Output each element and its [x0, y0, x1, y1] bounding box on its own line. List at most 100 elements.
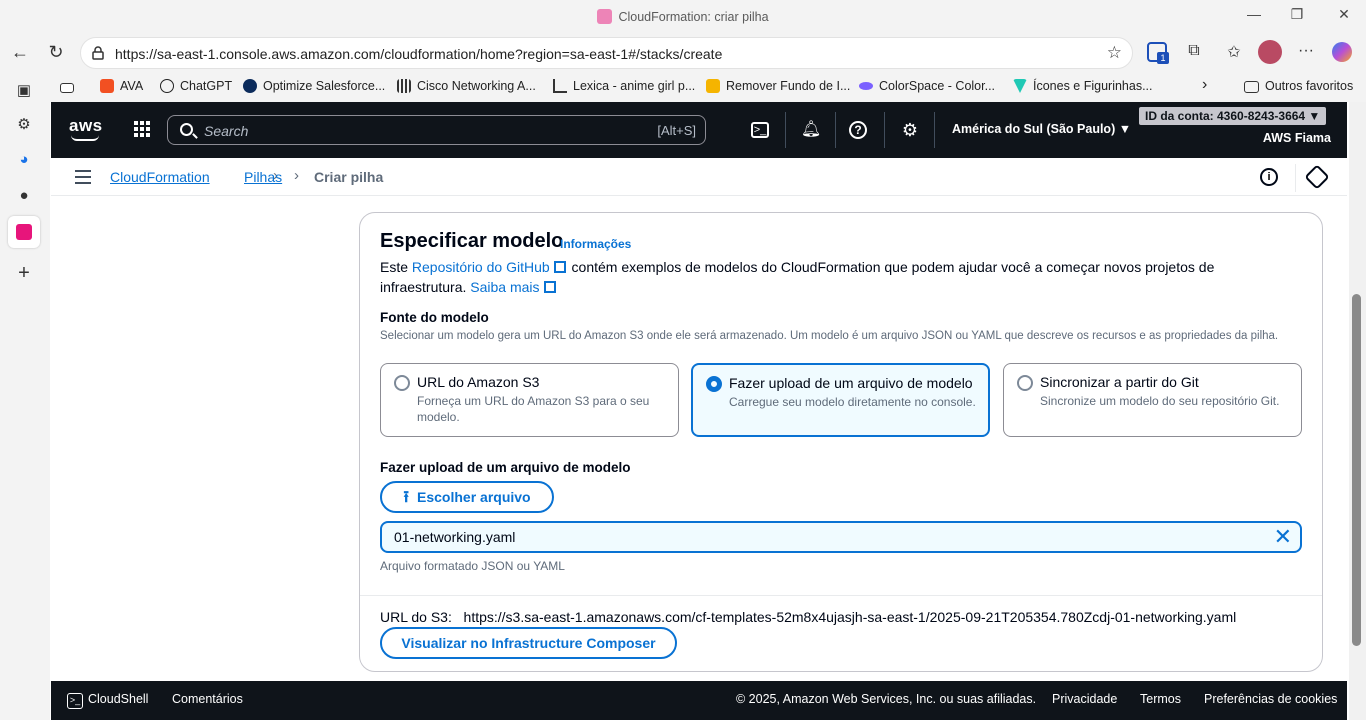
- favorites-icon[interactable]: ✩: [1223, 42, 1245, 62]
- bookmark-icones[interactable]: Ícones e Figurinhas...: [1013, 79, 1153, 93]
- search-input[interactable]: Search [Alt+S]: [167, 115, 706, 145]
- desc-text: Este: [380, 259, 409, 275]
- template-source-description: Selecionar um modelo gera um URL do Amaz…: [380, 330, 1279, 342]
- github-sidebar-icon[interactable]: ●: [14, 187, 34, 207]
- copilot-icon[interactable]: [1332, 42, 1352, 62]
- aws-top-nav: aws Search [Alt+S] >_ 🔔︎ ? ⚙ América do …: [51, 102, 1347, 158]
- github-repo-link[interactable]: Repositório do GitHub: [412, 259, 568, 275]
- favorite-star-icon[interactable]: ☆: [1107, 43, 1122, 63]
- search-icon: [180, 123, 193, 136]
- cloudformation-sidebar-icon[interactable]: [8, 216, 40, 248]
- option-desc: Carregue seu modelo diretamente no conso…: [729, 395, 976, 409]
- bookmark-ava[interactable]: AVA: [100, 79, 143, 93]
- footer-cookies[interactable]: Preferências de cookies: [1204, 692, 1337, 706]
- url-text: https://sa-east-1.console.aws.amazon.com…: [115, 46, 723, 62]
- file-format-hint: Arquivo formatado JSON ou YAML: [380, 559, 565, 573]
- choose-file-button[interactable]: ⭱ Escolher arquivo: [380, 481, 554, 513]
- radio-git-sync[interactable]: [1017, 375, 1033, 391]
- edge-sidebar: ▣ ⚙ ◕ ● +: [0, 70, 48, 720]
- remove-file-close-icon[interactable]: ✕: [1274, 524, 1292, 550]
- page-content: aws Search [Alt+S] >_ 🔔︎ ? ⚙ América do …: [50, 102, 1366, 720]
- extension-shield-icon[interactable]: 1: [1147, 42, 1169, 64]
- region-selector[interactable]: América do Sul (São Paulo) ▼: [952, 122, 1131, 136]
- option-s3-url[interactable]: URL do Amazon S3 Forneça um URL do Amazo…: [380, 363, 679, 437]
- aws-logo-text: aws: [69, 116, 103, 135]
- bookmark-chatgpt[interactable]: ChatGPT: [160, 79, 232, 93]
- restore-button[interactable]: ❐: [1287, 6, 1307, 23]
- info-icon[interactable]: i: [1260, 168, 1278, 186]
- weather-sidebar-icon[interactable]: ◕: [14, 151, 34, 171]
- services-grid-icon[interactable]: [134, 121, 150, 137]
- s3-url-row: URL do S3: https://s3.sa-east-1.amazonaw…: [380, 609, 1236, 625]
- bookmark-salesforce[interactable]: Optimize Salesforce...: [243, 79, 385, 93]
- menu-hamburger-icon[interactable]: [75, 170, 91, 184]
- cloudshell-footer-icon[interactable]: >_: [67, 693, 83, 709]
- specify-template-panel: Especificar modelo Informações Este Repo…: [359, 212, 1323, 672]
- chevron-right-icon: ›: [294, 167, 299, 184]
- bookmark-label: Optimize Salesforce...: [263, 79, 386, 93]
- address-bar[interactable]: https://sa-east-1.console.aws.amazon.com…: [80, 37, 1133, 69]
- footer-privacy[interactable]: Privacidade: [1052, 692, 1117, 706]
- bookmarks-bar: AVA ChatGPT Optimize Salesforce... Cisco…: [48, 70, 1366, 102]
- view-in-composer-button[interactable]: Visualizar no Infrastructure Composer: [380, 627, 677, 659]
- option-title: Sincronizar a partir do Git: [1040, 374, 1199, 390]
- bookmark-other-favorites[interactable]: Outros favoritos: [1244, 79, 1353, 93]
- search-placeholder: Search: [204, 123, 249, 139]
- page-scrollbar[interactable]: [1349, 102, 1366, 720]
- extensions-puzzle-icon[interactable]: ⧉: [1183, 42, 1205, 60]
- account-id-dropdown[interactable]: ID da conta: 4360-8243-3664 ▼: [1139, 107, 1327, 125]
- tab-actions-icon[interactable]: ▣: [14, 81, 34, 101]
- more-menu-icon[interactable]: ···: [1295, 42, 1317, 60]
- refresh-button[interactable]: ↻: [44, 42, 68, 62]
- bookmark-colorspace[interactable]: ColorSpace - Color...: [859, 79, 995, 93]
- aws-footer: >_ CloudShell Comentários © 2025, Amazon…: [51, 681, 1347, 720]
- breadcrumb-current: Criar pilha: [314, 169, 384, 185]
- breadcrumb-pilhas[interactable]: Pilhas: [244, 169, 282, 185]
- scrollbar-thumb[interactable]: [1352, 294, 1361, 646]
- breadcrumb-cloudformation[interactable]: CloudFormation: [110, 169, 210, 185]
- bookmark-remover-fundo[interactable]: Remover Fundo de I...: [706, 79, 850, 93]
- radio-upload-file[interactable]: [706, 376, 722, 392]
- option-title: URL do Amazon S3: [417, 374, 540, 390]
- aws-logo[interactable]: aws: [69, 116, 103, 141]
- account-name[interactable]: AWS Fiama: [1263, 131, 1331, 145]
- chatgpt-sidebar-icon[interactable]: ⚙: [14, 115, 34, 135]
- bookmark-folder-icon[interactable]: [60, 79, 80, 93]
- help-icon[interactable]: ?: [849, 121, 867, 139]
- profile-avatar[interactable]: [1258, 40, 1282, 64]
- minimize-button[interactable]: —: [1244, 6, 1264, 22]
- upload-label: Fazer upload de um arquivo de modelo: [380, 460, 631, 475]
- panel-description: Este Repositório do GitHub contém exempl…: [380, 257, 1280, 297]
- bookmark-label: Outros favoritos: [1265, 79, 1354, 93]
- info-link[interactable]: Informações: [560, 237, 631, 251]
- footer-copyright: © 2025, Amazon Web Services, Inc. ou sua…: [736, 692, 1037, 706]
- panel-title: Especificar modelo: [380, 230, 564, 252]
- radio-s3-url[interactable]: [394, 375, 410, 391]
- bookmark-cisco[interactable]: Cisco Networking A...: [397, 79, 536, 93]
- settings-gear-icon[interactable]: ⚙: [899, 119, 921, 141]
- bookmark-label: ColorSpace - Color...: [879, 79, 996, 93]
- upload-arrow-icon: ⭱: [403, 489, 409, 506]
- help-panel-icon[interactable]: [1304, 164, 1330, 190]
- learn-more-text: Saiba mais: [470, 279, 540, 295]
- learn-more-link[interactable]: Saiba mais: [470, 279, 557, 295]
- option-git-sync[interactable]: Sincronizar a partir do Git Sincronize u…: [1003, 363, 1302, 437]
- footer-feedback[interactable]: Comentários: [172, 692, 243, 706]
- s3-url-label: URL do S3:: [380, 609, 452, 625]
- bookmark-label: Ícones e Figurinhas...: [1033, 79, 1153, 93]
- option-upload-file[interactable]: Fazer upload de um arquivo de modelo Car…: [691, 363, 990, 437]
- close-window-button[interactable]: ✕: [1334, 6, 1354, 23]
- bookmark-lexica[interactable]: Lexica - anime girl p...: [553, 79, 695, 93]
- bookmarks-overflow-chevron-icon[interactable]: ›: [1202, 76, 1207, 94]
- extension-badge: 1: [1157, 52, 1169, 64]
- add-sidebar-icon[interactable]: +: [14, 262, 34, 284]
- bookmark-label: AVA: [120, 79, 144, 93]
- external-link-icon: [553, 261, 566, 273]
- option-desc: Forneça um URL do Amazon S3 para o seu m…: [417, 394, 650, 424]
- footer-terms[interactable]: Termos: [1140, 692, 1181, 706]
- notifications-bell-icon[interactable]: 🔔︎: [800, 119, 822, 141]
- footer-cloudshell[interactable]: CloudShell: [88, 692, 148, 706]
- back-button[interactable]: ←: [8, 42, 32, 62]
- search-shortcut: [Alt+S]: [657, 123, 696, 138]
- cloudshell-icon[interactable]: >_: [751, 122, 769, 138]
